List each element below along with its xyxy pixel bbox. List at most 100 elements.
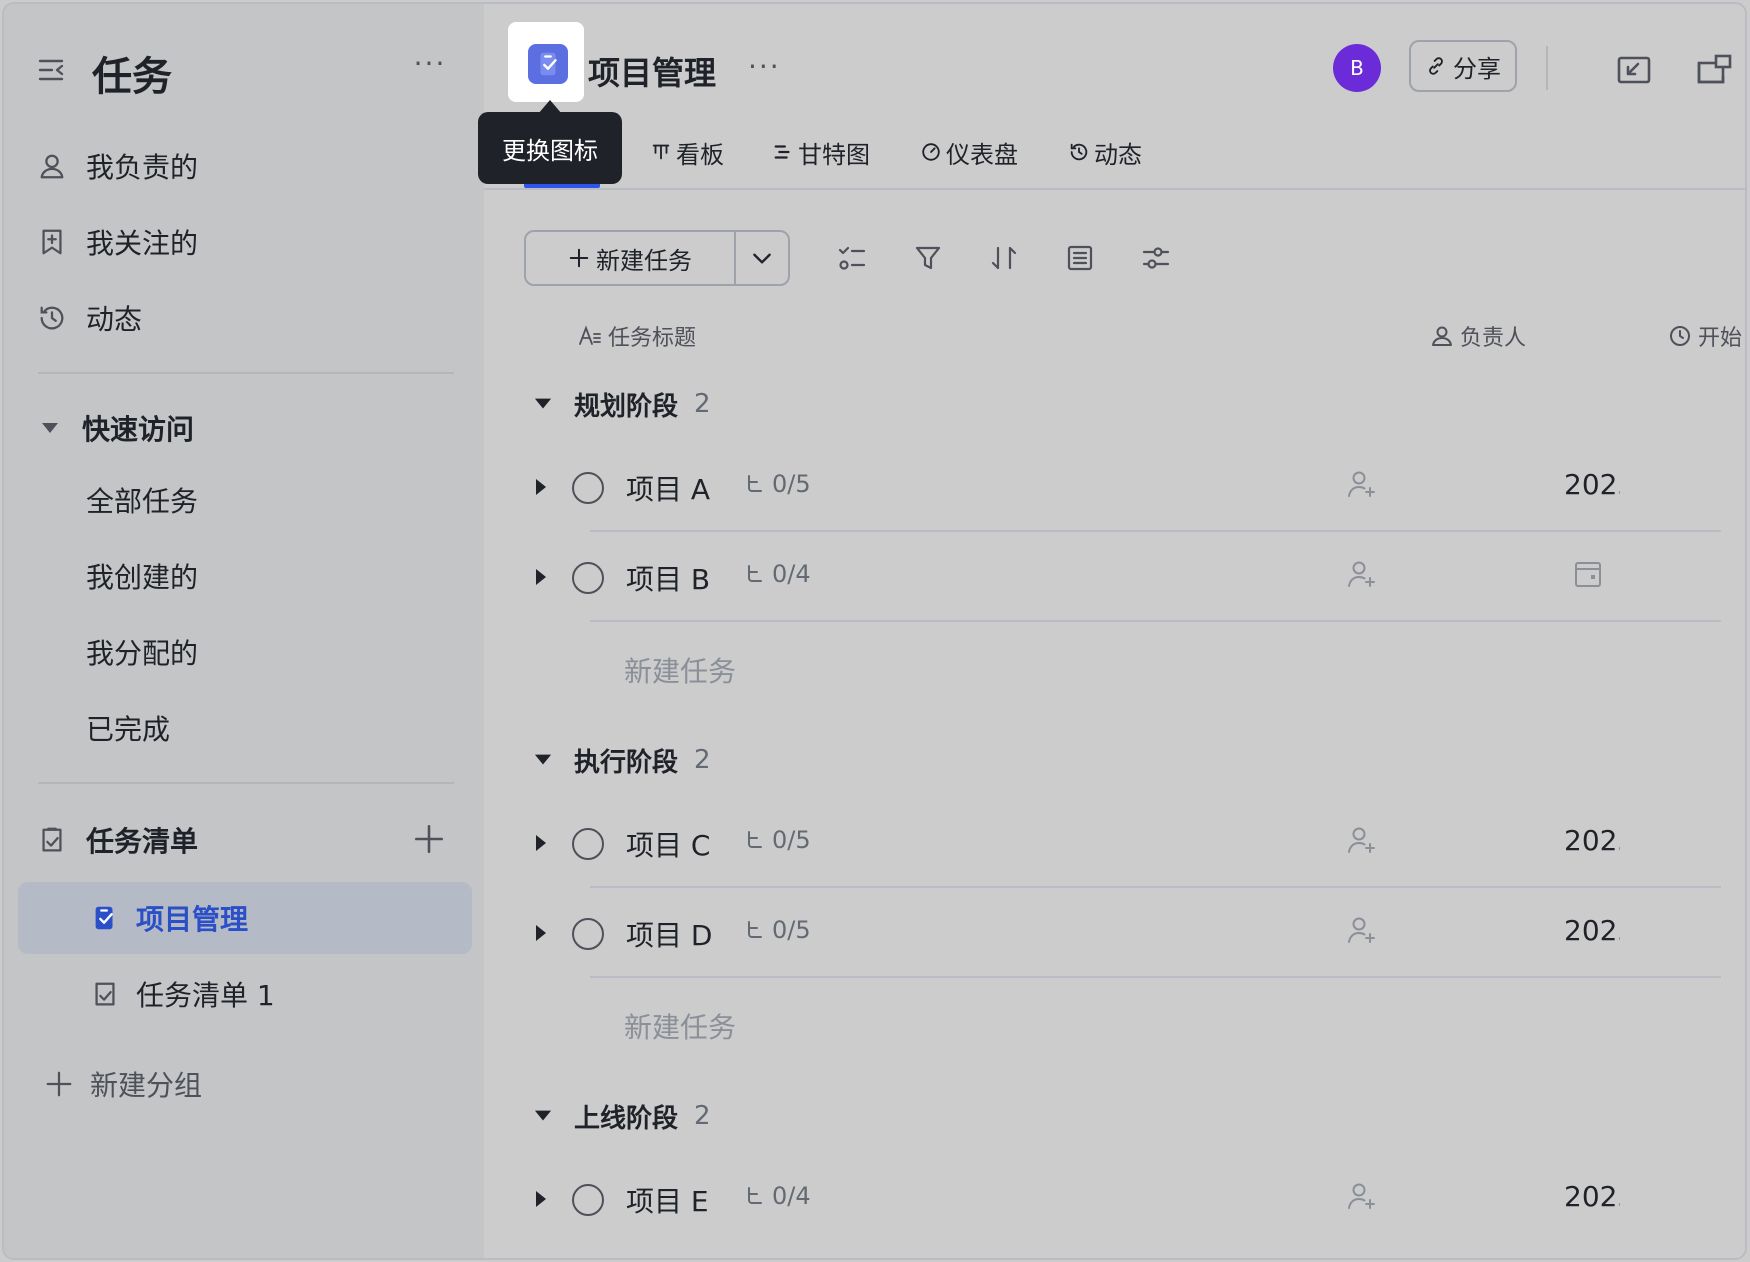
person-icon (1432, 326, 1452, 346)
add-assignee-icon[interactable] (1346, 1180, 1378, 1212)
task-name[interactable]: 项目 A (626, 468, 710, 508)
group-header[interactable]: 上线阶段 2 (534, 1088, 711, 1144)
sidebar-item-completed[interactable]: 已完成 (86, 700, 170, 756)
share-button[interactable]: 分享 (1409, 40, 1517, 92)
caret-down-icon (534, 754, 552, 765)
sidebar-item-mine[interactable]: 我负责的 (34, 138, 198, 194)
sidebar-item-activity[interactable]: 动态 (34, 290, 142, 346)
main-panel: 项目管理 ··· B 分享 看板 甘特图 仪表盘 动态 更换图标 新建任务 任务… (478, 4, 1745, 1258)
new-task-inline[interactable]: 新建任务 (624, 642, 736, 698)
kanban-icon (652, 144, 670, 160)
divider (38, 782, 454, 784)
sidebar-item-label: 我分配的 (86, 637, 199, 670)
person-icon (34, 148, 70, 184)
column-header-title[interactable]: 任务标题 (578, 316, 696, 356)
subtask-count[interactable]: 0/4 (744, 560, 811, 588)
new-group-label: 新建分组 (90, 1069, 203, 1102)
caret-right-icon[interactable] (534, 834, 548, 852)
table-row[interactable]: 项目 B 0/4 (534, 532, 1721, 622)
collapse-window-icon[interactable] (1614, 50, 1654, 90)
sidebar-item-assigned[interactable]: 我分配的 (86, 624, 198, 680)
caret-right-icon[interactable] (534, 924, 548, 942)
new-task-inline[interactable]: 新建任务 (624, 998, 736, 1054)
sidebar-item-all-tasks[interactable]: 全部任务 (86, 472, 198, 528)
history-icon (34, 300, 70, 336)
new-group-button[interactable]: 新建分组 (44, 1056, 202, 1112)
calendar-icon[interactable] (1572, 558, 1604, 590)
subtask-count[interactable]: 0/5 (744, 826, 811, 854)
app-window: 任务 ··· 我负责的 我关注的 动态 快速访问 全部任务 我创建的 我分配的 … (2, 2, 1747, 1260)
table-row[interactable]: 项目 D 0/5 2023 (534, 888, 1721, 978)
complete-checkbox[interactable] (572, 562, 604, 594)
sidebar-item-project-management[interactable]: 项目管理 (88, 890, 248, 946)
subtask-count-value: 0/5 (772, 916, 811, 944)
more-icon[interactable]: ··· (412, 50, 448, 84)
sort-icon[interactable] (988, 242, 1020, 274)
task-lists-header[interactable]: 任务清单 (34, 812, 198, 868)
group-header[interactable]: 规划阶段 2 (534, 376, 711, 432)
project-icon[interactable] (528, 44, 568, 84)
tab-activity[interactable]: 动态 (1068, 132, 1142, 172)
avatar[interactable]: B (1333, 44, 1381, 92)
collapse-sidebar-icon[interactable] (36, 54, 68, 86)
more-icon[interactable]: ··· (748, 50, 781, 83)
tab-label: 动态 (1094, 140, 1142, 169)
complete-checkbox[interactable] (572, 1184, 604, 1216)
table-row[interactable]: 项目 E 0/4 2023 (534, 1154, 1721, 1244)
caret-down-icon (42, 423, 58, 433)
quick-access-header[interactable]: 快速访问 (40, 400, 194, 456)
group-by-icon[interactable] (1064, 242, 1096, 274)
tab-gantt[interactable]: 甘特图 (772, 132, 870, 172)
add-assignee-icon[interactable] (1346, 468, 1378, 500)
group-count: 2 (694, 1101, 711, 1131)
new-task-button[interactable]: 新建任务 (524, 230, 736, 286)
add-assignee-icon[interactable] (1346, 558, 1378, 590)
history-icon (1070, 143, 1088, 161)
subtask-count[interactable]: 0/5 (744, 470, 811, 498)
tasklist-icon (88, 977, 122, 1011)
task-name[interactable]: 项目 E (626, 1180, 709, 1220)
sidebar-item-label: 动态 (86, 303, 143, 336)
change-icon-tooltip: 更换图标 (478, 112, 622, 184)
start-date[interactable]: 2023 (1564, 1180, 1620, 1213)
task-name[interactable]: 项目 B (626, 558, 710, 598)
sidebar-title: 任务 (92, 54, 172, 100)
start-date[interactable]: 2023 (1564, 468, 1620, 501)
sidebar-item-label: 项目管理 (136, 903, 249, 936)
column-label: 任务标题 (608, 326, 697, 351)
tab-label: 仪表盘 (946, 140, 1018, 169)
subtask-count[interactable]: 0/4 (744, 1182, 811, 1210)
caret-right-icon[interactable] (534, 568, 548, 586)
sidebar-item-created[interactable]: 我创建的 (86, 548, 198, 604)
table-row[interactable]: 项目 C 0/5 2023 (534, 798, 1721, 888)
open-in-window-icon[interactable] (1694, 50, 1734, 90)
row-divider (590, 620, 1721, 622)
section-title: 快速访问 (82, 413, 195, 446)
add-assignee-icon[interactable] (1346, 914, 1378, 946)
tab-dashboard[interactable]: 仪表盘 (920, 132, 1018, 172)
filter-icon[interactable] (912, 242, 944, 274)
add-assignee-icon[interactable] (1346, 824, 1378, 856)
complete-checkbox[interactable] (572, 828, 604, 860)
table-row[interactable]: 项目 A 0/5 2023 (534, 442, 1721, 532)
subtask-count[interactable]: 0/5 (744, 916, 811, 944)
column-header-start[interactable]: 开始 (1668, 316, 1742, 356)
task-name[interactable]: 项目 D (626, 914, 712, 954)
tab-kanban[interactable]: 看板 (650, 132, 724, 172)
group-header[interactable]: 执行阶段 2 (534, 732, 711, 788)
settings-sliders-icon[interactable] (1140, 242, 1172, 274)
task-name[interactable]: 项目 C (626, 824, 710, 864)
sidebar-item-following[interactable]: 我关注的 (34, 214, 198, 270)
caret-right-icon[interactable] (534, 478, 548, 496)
add-list-icon[interactable] (412, 822, 446, 856)
subtask-toggle-icon[interactable] (836, 242, 868, 274)
start-date[interactable]: 2023 (1564, 914, 1620, 947)
column-header-assignee[interactable]: 负责人 (1430, 316, 1526, 356)
complete-checkbox[interactable] (572, 918, 604, 950)
caret-right-icon[interactable] (534, 1190, 548, 1208)
sidebar-item-task-list-1[interactable]: 任务清单 1 (88, 966, 275, 1022)
start-date[interactable]: 2023 (1564, 824, 1620, 857)
new-task-dropdown[interactable] (734, 230, 790, 286)
sidebar-item-label: 我创建的 (86, 561, 199, 594)
complete-checkbox[interactable] (572, 472, 604, 504)
